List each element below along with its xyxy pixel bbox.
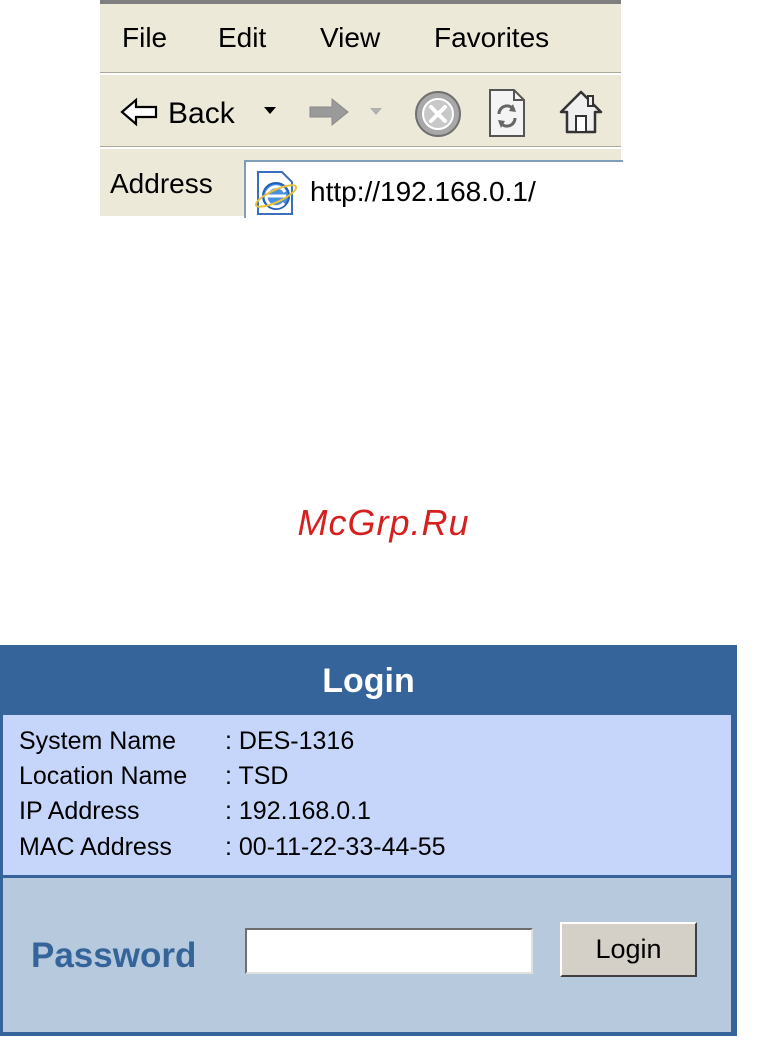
back-label: Back — [168, 97, 235, 130]
login-button[interactable]: Login — [560, 922, 697, 977]
info-label: System Name — [19, 727, 176, 755]
forward-arrow-icon[interactable] — [306, 96, 350, 128]
back-dropdown-icon[interactable] — [262, 102, 278, 118]
login-title: Login — [322, 662, 415, 700]
menu-favorites[interactable]: Favorites — [434, 22, 549, 54]
info-value: : TSD — [225, 762, 289, 790]
menu-edit[interactable]: Edit — [218, 22, 266, 54]
stop-icon[interactable] — [412, 88, 464, 140]
menu-file[interactable]: File — [122, 22, 167, 54]
info-label: IP Address — [19, 797, 140, 825]
address-bar: Address http://192.168.0.1/ — [100, 152, 623, 218]
info-value: : 192.168.0.1 — [225, 797, 371, 825]
navigation-toolbar: Back — [100, 78, 621, 146]
info-value: : DES-1316 — [225, 727, 355, 755]
system-info-box: System Name : DES-1316 Location Name : T… — [3, 715, 731, 875]
password-label: Password — [31, 936, 197, 975]
refresh-icon[interactable] — [486, 88, 528, 138]
toolbar-divider — [100, 72, 621, 75]
password-input[interactable] — [245, 928, 533, 974]
menu-view[interactable]: View — [320, 22, 380, 54]
info-label: MAC Address — [19, 833, 172, 861]
address-url[interactable]: http://192.168.0.1/ — [310, 176, 536, 208]
login-panel: Login System Name : DES-1316 Location Na… — [0, 645, 737, 1036]
back-arrow-icon — [120, 97, 160, 132]
address-field[interactable]: http://192.168.0.1/ — [244, 160, 623, 218]
address-label: Address — [110, 168, 213, 199]
ie-page-icon — [252, 170, 300, 221]
toolbar-divider — [100, 146, 621, 149]
password-section: Password Login — [3, 878, 731, 1032]
back-button[interactable]: Back — [120, 94, 235, 134]
menu-bar: File Edit View Favorites — [100, 4, 621, 70]
browser-toolbar: File Edit View Favorites Back Address ht… — [100, 0, 623, 218]
info-value: : 00-11-22-33-44-55 — [225, 833, 446, 861]
home-icon[interactable] — [558, 88, 604, 136]
info-label: Location Name — [19, 762, 188, 790]
watermark: McGrp.Ru — [297, 502, 470, 543]
forward-dropdown-icon[interactable] — [368, 104, 384, 118]
